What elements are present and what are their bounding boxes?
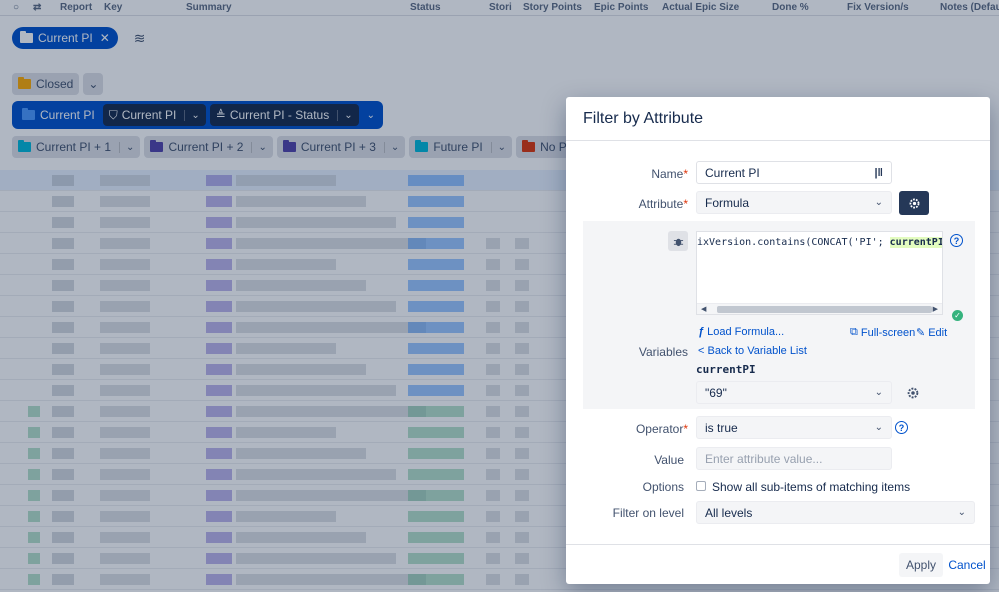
cancel-button[interactable]: Cancel — [948, 553, 985, 577]
divider — [566, 140, 990, 141]
operator-value: is true — [705, 420, 738, 435]
debug-button[interactable] — [668, 231, 688, 251]
name-label: Name* — [651, 167, 688, 181]
variable-settings-button[interactable] — [904, 384, 922, 402]
chevron-down-icon: ⌄ — [957, 507, 966, 518]
formula-valid-icon: ✓ — [952, 310, 963, 321]
function-icon: ƒ — [698, 326, 705, 338]
bug-icon — [673, 238, 683, 246]
show-sub-items-checkbox[interactable] — [696, 481, 706, 491]
attribute-select[interactable]: Formula ⌄ — [696, 191, 892, 214]
attribute-value: Formula — [705, 195, 750, 210]
formula-token-icon[interactable]: |‖ — [874, 167, 883, 179]
formula-text: ixVersion.contains(CONCAT('PI'; currentP… — [697, 237, 943, 248]
edit-link[interactable]: ✎ Edit — [916, 326, 947, 340]
formula-editor[interactable]: ixVersion.contains(CONCAT('PI'; currentP… — [696, 231, 943, 315]
gear-icon — [907, 387, 919, 399]
gear-icon — [909, 198, 919, 208]
variables-label: Variables — [638, 345, 688, 359]
back-to-variable-list-link[interactable]: < Back to Variable List — [698, 345, 807, 357]
chevron-down-icon: ⌄ — [874, 197, 883, 208]
scroll-left-icon[interactable]: ◀ — [701, 304, 706, 314]
attribute-label: Attribute* — [638, 197, 688, 211]
options-label: Options — [642, 480, 684, 494]
operator-label: Operator* — [635, 422, 688, 436]
filter-level-value: All levels — [705, 505, 753, 520]
chevron-down-icon: ⌄ — [874, 422, 883, 433]
formula-scrollbar[interactable]: ◀ ▶ — [697, 303, 942, 314]
value-placeholder: Enter attribute value... — [705, 451, 823, 466]
value-label: Value — [654, 453, 684, 467]
operator-select[interactable]: is true ⌄ — [696, 416, 892, 439]
name-value: Current PI — [705, 165, 760, 180]
chevron-down-icon: ⌄ — [874, 387, 883, 398]
formula-panel: ixVersion.contains(CONCAT('PI'; currentP… — [583, 221, 975, 409]
filter-by-attribute-dialog: Filter by Attribute Name* Current PI |‖ … — [566, 97, 990, 584]
divider — [566, 544, 990, 545]
filter-level-select[interactable]: All levels ⌄ — [696, 501, 975, 524]
variable-name: currentPI — [696, 363, 756, 376]
dialog-title: Filter by Attribute — [583, 110, 704, 127]
value-input[interactable]: Enter attribute value... — [696, 447, 892, 470]
formula-help-icon[interactable]: ? — [950, 234, 963, 247]
filter-level-label: Filter on level — [612, 506, 684, 520]
apply-button[interactable]: Apply — [899, 553, 943, 577]
operator-help-icon[interactable]: ? — [895, 421, 908, 434]
pencil-icon: ✎ — [916, 327, 926, 339]
scrollbar-thumb[interactable] — [717, 306, 932, 313]
fullscreen-link[interactable]: ⧉ Full-screen — [850, 326, 915, 339]
variable-value: "69" — [705, 385, 727, 400]
fullscreen-icon: ⧉ — [850, 326, 858, 338]
attribute-settings-button[interactable] — [899, 191, 929, 215]
name-input[interactable]: Current PI |‖ — [696, 161, 892, 184]
variable-value-select[interactable]: "69" ⌄ — [696, 381, 892, 404]
show-sub-items-label[interactable]: Show all sub-items of matching items — [712, 480, 910, 494]
load-formula-link[interactable]: ƒ Load Formula... — [698, 326, 784, 338]
scroll-right-icon[interactable]: ▶ — [933, 304, 938, 314]
